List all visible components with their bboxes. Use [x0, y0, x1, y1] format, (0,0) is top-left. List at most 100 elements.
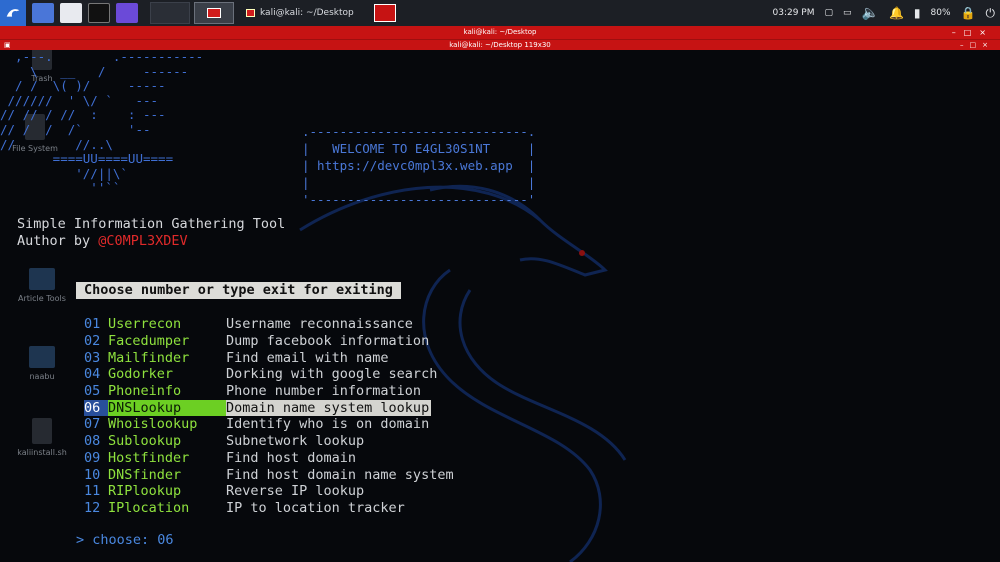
ascii-logo-line: '//||\` — [0, 165, 128, 181]
menu-item-number: 09 — [84, 449, 101, 466]
menu-item-sublookup[interactable]: 08 Sublookup Subnetwork lookup — [84, 433, 454, 450]
ascii-logo-line: ,---. .----------- — [0, 50, 204, 64]
window-list-icon[interactable]: ▢ — [825, 8, 834, 18]
menu-item-description: Username reconnaissance — [226, 316, 413, 333]
power-icon[interactable]: ⏻ — [986, 6, 996, 21]
menu-item-name: IPlocation — [108, 499, 190, 516]
desktop-icon-article-tools[interactable]: Article Tools — [12, 268, 72, 303]
menu-item-name: Facedumper — [108, 333, 190, 350]
choose-prompt[interactable]: > choose: 06 — [76, 532, 174, 548]
ascii-logo-line: ''`` — [0, 180, 121, 196]
menu-item-name: DNSLookup — [108, 399, 226, 416]
menu-item-number: 01 — [84, 316, 101, 333]
battery-icon[interactable]: ▮ — [914, 6, 921, 20]
menu-item-number: 05 — [84, 383, 101, 400]
author-line: Author by @C0MPL3XDEV — [17, 233, 188, 249]
ascii-logo-line: // //..\ — [0, 136, 113, 152]
volume-icon[interactable]: 🔈 — [862, 5, 879, 21]
menu-item-whoislookup[interactable]: 07 Whoislookup Identify who is on domain — [84, 416, 454, 433]
menu-item-name: DNSfinder — [108, 466, 182, 483]
files-launcher-icon[interactable] — [60, 3, 82, 23]
menu-item-description: Dorking with google search — [226, 366, 438, 383]
notification-bell-icon[interactable]: 🔔 — [889, 6, 904, 20]
menu-item-iplocation[interactable]: 12 IPlocation IP to location tracker — [84, 500, 454, 517]
terminal-launcher-icon[interactable] — [32, 3, 54, 23]
menu-item-description: Phone number information — [226, 383, 422, 400]
display-icon[interactable]: ▭ — [843, 8, 852, 18]
kali-dragon-icon — [6, 9, 20, 17]
menu-item-number: 08 — [84, 433, 101, 450]
browser-launcher-icon[interactable] — [116, 3, 138, 23]
system-tray: 03:29 PM ▢ ▭ 🔈 🔔 ▮ 80% 🔒 ⏻ — [768, 0, 1000, 26]
menu-item-dnslookup[interactable]: 06 DNSLookup Domain name system lookup — [84, 399, 454, 416]
window-title: kali@kali: ~/Desktop — [463, 28, 537, 36]
menu-item-userrecon[interactable]: 01 Userrecon Username reconnaissance — [84, 316, 454, 333]
dragon-eye — [579, 250, 585, 256]
menu-item-description: Subnetwork lookup — [226, 433, 365, 450]
menu-item-description: Find host domain name system — [226, 466, 454, 483]
clock[interactable]: 03:29 PM — [773, 8, 815, 18]
menu-item-hostfinder[interactable]: 09 Hostfinder Find host domain — [84, 450, 454, 467]
menu-item-name: Hostfinder — [108, 449, 190, 466]
terminal-area[interactable]: Trash File System Article Tools naabu ka… — [0, 50, 1000, 562]
choose-input-value: 06 — [157, 532, 174, 548]
battery-percent: 80% — [930, 8, 951, 18]
menu-item-facedumper[interactable]: 02 Facedumper Dump facebook information — [84, 333, 454, 350]
menu-item-name: Whoislookup — [108, 416, 198, 433]
menu-item-dnsfinder[interactable]: 10 DNSfinder Find host domain name system — [84, 466, 454, 483]
menu-item-name: RIPlookup — [108, 483, 182, 500]
menu-item-name: Userrecon — [108, 316, 182, 333]
terminal-minimize-icon[interactable]: – — [960, 41, 970, 49]
menu-item-number: 10 — [84, 466, 101, 483]
menu-item-number: 07 — [84, 416, 101, 433]
desktop-icon-naabu[interactable]: naabu — [12, 346, 72, 381]
author-handle: @C0MPL3XDEV — [98, 233, 188, 249]
top-panel: kali@kali: ~/Desktop 03:29 PM ▢ ▭ 🔈 🔔 ▮ … — [0, 0, 1000, 26]
workspace-2[interactable] — [194, 2, 234, 24]
welcome-box: .-----------------------------. | WELCOM… — [302, 124, 536, 207]
close-icon[interactable]: × — [979, 28, 994, 37]
menu-item-number: 11 — [84, 483, 101, 500]
terminal-close-icon[interactable]: × — [982, 41, 994, 49]
terminal-titlebar[interactable]: ▣ kali@kali: ~/Desktop 119x30 –□× — [0, 39, 1000, 50]
menu-item-description: Find host domain — [226, 449, 357, 466]
window-titlebar[interactable]: kali@kali: ~/Desktop –□× — [0, 26, 1000, 39]
taskbar-label: kali@kali: ~/Desktop — [260, 8, 354, 18]
menu-item-mailfinder[interactable]: 03 Mailfinder Find email with name — [84, 349, 454, 366]
terminal-emulator-icon[interactable] — [88, 3, 110, 23]
menu-item-phoneinfo[interactable]: 05 Phoneinfo Phone number information — [84, 383, 454, 400]
menu-item-description: Identify who is on domain — [226, 416, 430, 433]
menu-item-name: Godorker — [108, 366, 174, 383]
minimize-icon[interactable]: – — [952, 28, 964, 37]
kali-menu-button[interactable] — [0, 0, 26, 26]
terminal-thumbnail-icon — [207, 8, 221, 18]
workspace-1[interactable] — [150, 2, 190, 24]
desktop-icon-kaliinstall[interactable]: kaliinstall.sh — [12, 418, 72, 457]
menu-item-number: 03 — [84, 349, 101, 366]
menu-item-name: Mailfinder — [108, 349, 190, 366]
menu-item-godorker[interactable]: 04 Godorker Dorking with google search — [84, 366, 454, 383]
lock-icon[interactable]: 🔒 — [961, 6, 976, 20]
menu-item-riplookup[interactable]: 11 RIPlookup Reverse IP lookup — [84, 483, 454, 500]
menu-item-description: Dump facebook information — [226, 333, 430, 350]
menu-item-number: 04 — [84, 366, 101, 383]
taskbar-terminal-button[interactable]: kali@kali: ~/Desktop — [240, 2, 360, 24]
maximize-icon[interactable]: □ — [964, 28, 980, 37]
terminal-task-icon — [246, 9, 255, 17]
menu-item-name: Sublookup — [108, 433, 182, 450]
menu-item-number: 12 — [84, 499, 101, 516]
ascii-logo-line: ////// ' \/ ` --- — [0, 92, 159, 108]
menu-item-description: IP to location tracker — [226, 499, 405, 516]
ascii-logo-line: // / / /` '-- — [0, 121, 151, 137]
ascii-logo-line: // // / // : : --- — [0, 107, 166, 123]
ascii-logo-line: \ __ / ------ — [0, 63, 189, 79]
menu-item-description: Reverse IP lookup — [226, 483, 365, 500]
menu-item-number: 06 — [84, 399, 108, 416]
taskbar-red-app-icon[interactable] — [373, 4, 396, 22]
menu-item-name: Phoneinfo — [108, 383, 182, 400]
tool-description: Simple Information Gathering Tool — [17, 216, 286, 232]
menu-item-description: Find email with name — [226, 349, 389, 366]
terminal-maximize-icon[interactable]: □ — [970, 41, 983, 49]
menu-item-description: Domain name system lookup — [226, 399, 432, 416]
menu-item-number: 02 — [84, 333, 101, 350]
